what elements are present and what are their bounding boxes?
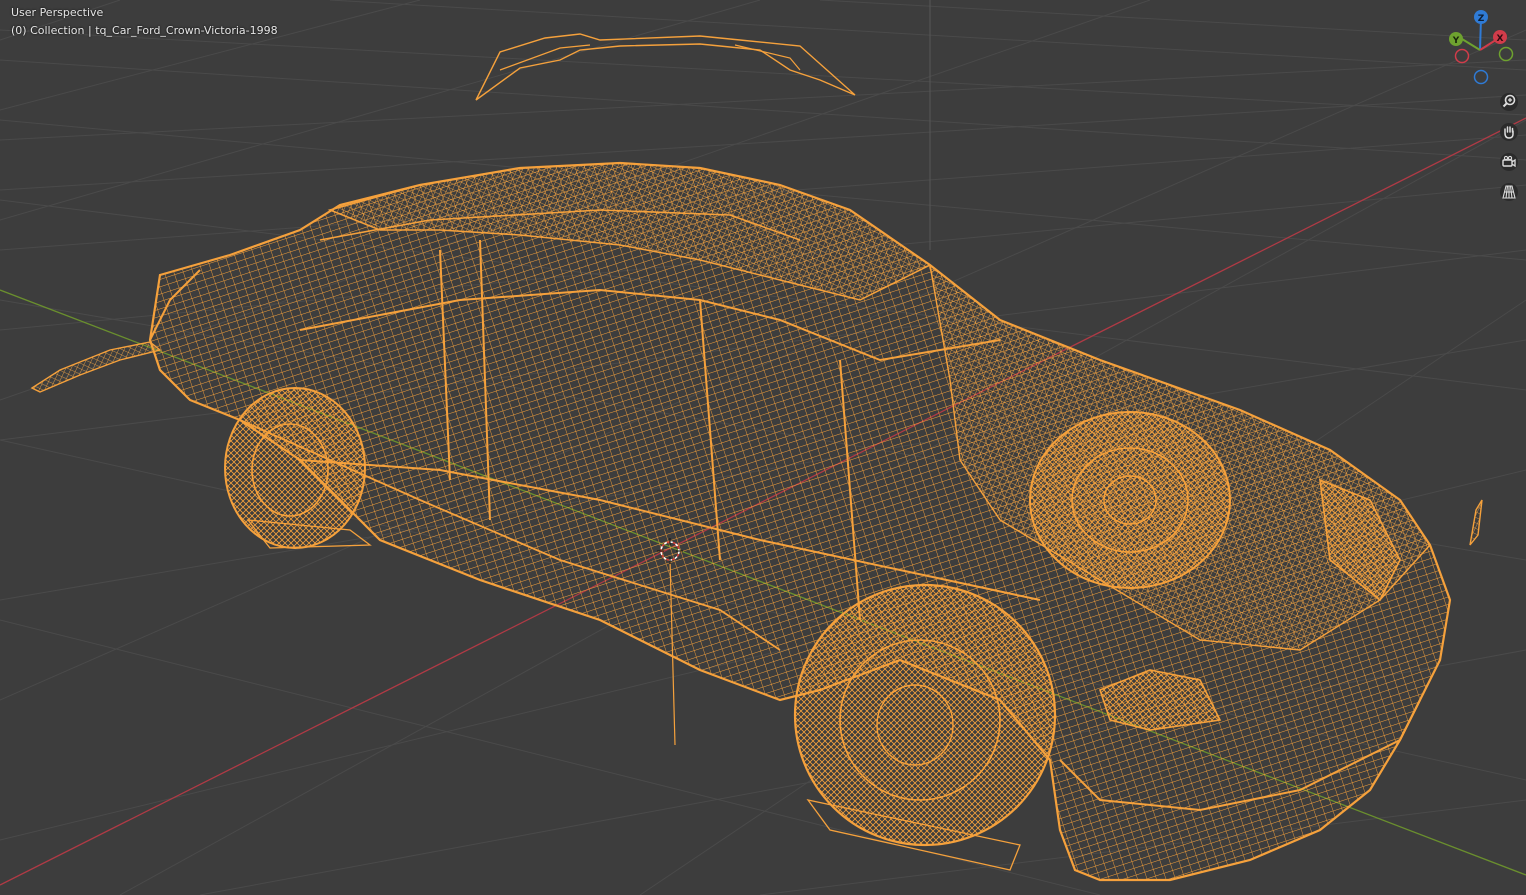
camera-icon (1500, 153, 1518, 171)
gizmo-z-axis[interactable]: Z (1474, 10, 1488, 24)
svg-text:X: X (1497, 34, 1504, 44)
collection-prefix: (0) Collection (11, 24, 85, 37)
navigation-gizmo[interactable]: Z Y X (1444, 6, 1520, 88)
pan-button[interactable] (1495, 119, 1523, 145)
front-left-wheel[interactable] (793, 583, 1057, 871)
zoom-in-icon (1500, 93, 1518, 111)
hand-icon (1500, 123, 1518, 141)
grid-icon (1500, 183, 1518, 201)
ortho-toggle-button[interactable] (1495, 179, 1523, 205)
camera-view-button[interactable] (1495, 149, 1523, 175)
car-wireframe[interactable] (30, 33, 1483, 882)
gizmo-neg-z[interactable] (1473, 69, 1489, 85)
gizmo-x-axis[interactable]: X (1493, 30, 1507, 44)
svg-text:Z: Z (1478, 14, 1485, 24)
zoom-button[interactable] (1495, 89, 1523, 115)
gizmo-neg-y[interactable] (1498, 46, 1514, 62)
active-object-name: tq_Car_Ford_Crown-Victoria-1998 (95, 24, 278, 37)
collection-info: (0) Collection | tq_Car_Ford_Crown-Victo… (11, 24, 278, 37)
front-right-wheel[interactable] (1029, 411, 1231, 589)
gizmo-neg-x[interactable] (1454, 48, 1470, 64)
3d-viewport[interactable] (0, 0, 1526, 895)
gizmo-y-axis[interactable]: Y (1449, 32, 1463, 46)
collection-separator: | (88, 24, 92, 37)
view-name-label: User Perspective (11, 6, 104, 19)
side-mirror-part[interactable] (30, 341, 162, 393)
svg-text:Y: Y (1452, 36, 1460, 46)
